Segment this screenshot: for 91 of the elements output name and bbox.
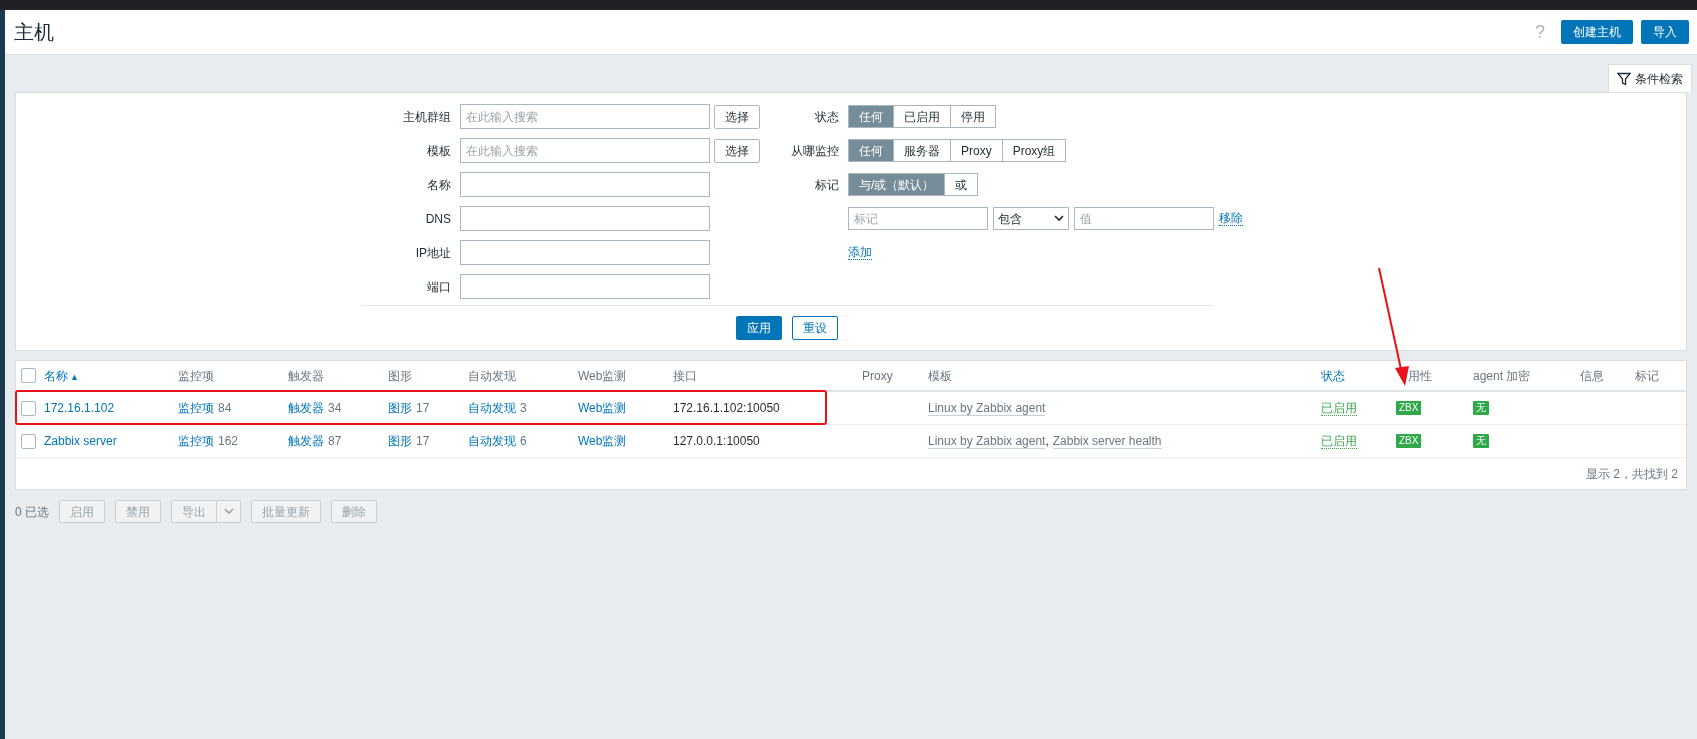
column-header: agent 加密 [1473,367,1532,385]
separator-text: , [1045,433,1049,450]
filter-tab[interactable]: 条件检索 [1608,64,1692,92]
encryption-badge: 无 [1473,401,1489,415]
column-header: 标记 [1635,367,1660,385]
page-title: 主机 [14,20,55,45]
select-button[interactable]: 选择 [714,138,760,163]
status-link[interactable]: 已启用 [1321,433,1357,449]
field-label: DNS [424,210,452,228]
row-checkbox[interactable] [21,433,36,449]
segment-option[interactable]: 任何 [848,139,894,162]
column-header: 用性 [1407,367,1433,385]
encryption-badge: 无 [1473,434,1489,448]
export-menu-button[interactable] [217,500,241,523]
count-text: 6 [520,433,527,450]
segment-option[interactable]: 服务器 [893,139,951,162]
results-count: 显示 2，共找到 2 [1586,465,1678,483]
column-header[interactable]: 名称 ▲ [44,366,178,385]
chevron-icon [223,508,234,515]
link[interactable]: 监控项 [178,432,214,450]
column-header: 信息 [1580,367,1605,385]
apply-button[interactable]: 应用 [736,316,782,340]
column-header: 触发器 [288,367,325,385]
search-field[interactable]: 在此输入搜索 [460,138,710,163]
column-header: 监控项 [178,367,215,385]
table-cell-text: 172.16.1.102:10050 [673,400,780,417]
availability-badge: ZBX [1396,401,1422,415]
segment-option[interactable]: 任何 [848,105,894,128]
add-link[interactable]: 添加 [848,245,872,260]
column-header: 模板 [928,367,953,385]
host-link[interactable]: Zabbix server [44,432,117,450]
availability-badge: ZBX [1396,434,1422,448]
template-link[interactable]: Linux by Zabbix agent [928,400,1046,416]
field-label: 从哪监控 [790,142,840,160]
operator-dropdown[interactable]: 包含 [993,207,1069,230]
link[interactable]: 监控项 [178,399,214,417]
row-checkbox[interactable] [21,400,36,416]
field-label: 名称 [426,176,452,194]
link[interactable]: 图形 [388,432,412,450]
field-label: 状态 [814,108,840,126]
field-label: 端口 [426,278,452,296]
input-field[interactable] [460,240,710,265]
segment-option[interactable]: 已启用 [893,105,951,128]
count-text: 34 [328,400,342,417]
count-text: 162 [218,433,239,450]
status-link[interactable]: 已启用 [1321,400,1357,416]
column-header: Proxy [862,367,894,385]
count-text: 17 [416,433,430,450]
import-button[interactable]: 导入 [1641,20,1689,44]
count-text: 17 [416,400,430,417]
link[interactable]: 自动发现 [468,432,516,450]
column-header: 接口 [673,367,698,385]
count-text: 84 [218,400,232,417]
chevron-icon [1054,215,1064,222]
web-link[interactable]: Web监测 [578,399,627,417]
input-field[interactable] [460,172,710,197]
table-cell-text: 127.0.0.1:10050 [673,433,760,450]
tag-field[interactable]: 标记 [848,207,988,230]
search-field[interactable]: 在此输入搜索 [460,104,710,129]
filter-icon [1617,71,1631,86]
column-header: Web监测 [578,367,628,385]
host-link[interactable]: 172.16.1.102 [44,399,115,417]
link[interactable]: 自动发现 [468,399,516,417]
link[interactable]: 图形 [388,399,412,417]
reset-button[interactable]: 重设 [792,316,838,340]
segment-option[interactable]: 或 [944,173,979,196]
column-header[interactable]: 状态 [1321,366,1396,385]
input-field[interactable] [460,274,710,299]
remove-link[interactable]: 移除 [1219,211,1243,226]
template-link[interactable]: Zabbix server health [1052,433,1162,449]
count-text: 87 [328,433,342,450]
column-header: 图形 [388,367,413,385]
web-link[interactable]: Web监测 [578,432,627,450]
select-button[interactable]: 选择 [714,104,760,129]
segment-option[interactable]: Proxy组 [1001,139,1067,162]
input-field[interactable] [460,206,710,231]
field-label: 模板 [426,142,452,160]
segment-option[interactable]: 停用 [950,105,996,128]
selected-count: 0 已选 [15,503,49,521]
segment-option[interactable]: 与/或（默认） [848,173,946,196]
count-text: 3 [520,400,527,417]
value-field[interactable]: 值 [1074,207,1214,230]
create-host-button[interactable]: 创建主机 [1561,20,1633,44]
segment-option[interactable]: Proxy [950,139,1003,162]
field-label: IP地址 [414,244,452,262]
field-label: 主机群组 [402,108,452,126]
field-label: 标记 [814,176,840,194]
select-all-checkbox[interactable] [21,368,36,383]
column-header: 自动发现 [468,367,517,385]
link[interactable]: 触发器 [288,399,324,417]
link[interactable]: 触发器 [288,432,324,450]
